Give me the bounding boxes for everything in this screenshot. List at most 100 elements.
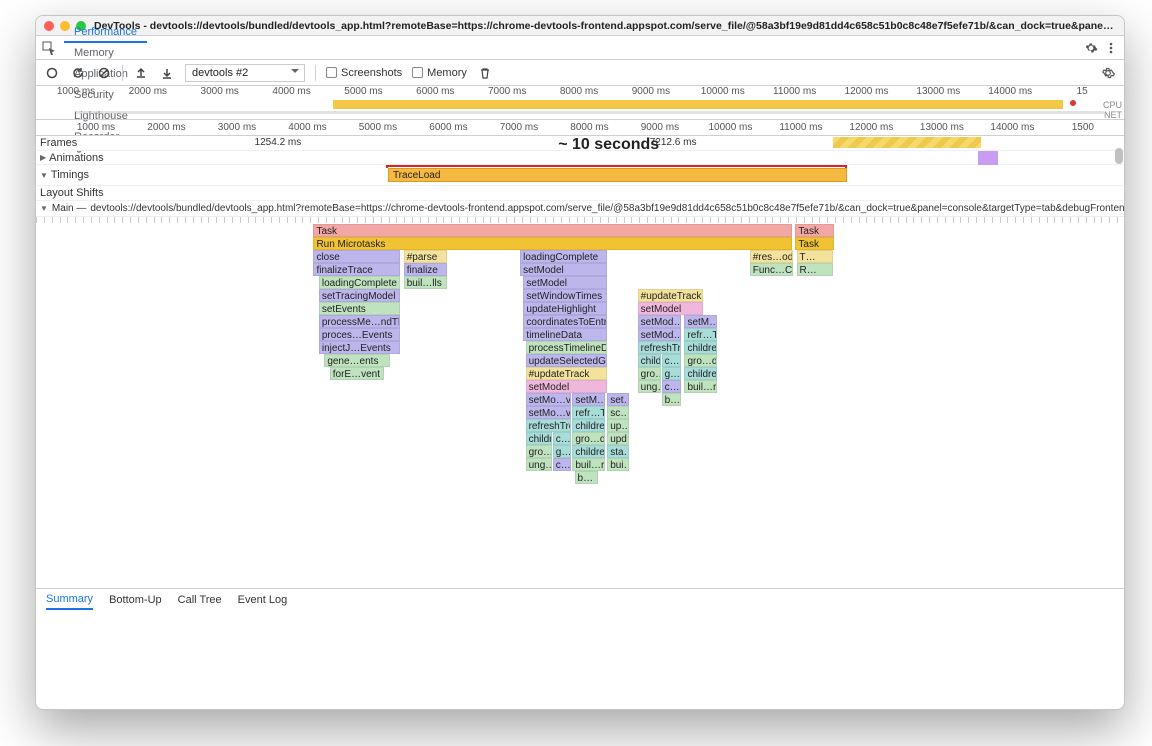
flame-span[interactable]: setM…nts [684,315,717,328]
frames-track[interactable]: Frames 1254.2 ms 7212.6 ms [36,136,1124,151]
flame-span[interactable]: children [572,445,605,458]
flame-span[interactable]: setWindowTimes [523,289,607,302]
flame-span[interactable]: setModel [523,276,607,289]
flame-span[interactable]: gro…es [526,445,552,458]
collapse-icon[interactable]: ▼ [40,204,48,213]
flame-span[interactable]: setM…nts [572,393,605,406]
capture-settings-icon[interactable] [1100,65,1116,81]
flame-span[interactable]: close [313,250,400,263]
tab-memory[interactable]: Memory [64,43,147,64]
layout-shifts-track[interactable]: Layout Shifts [36,186,1124,201]
scrollbar[interactable] [1114,88,1124,687]
flame-span[interactable]: setMo…vents [526,406,572,419]
flame-span[interactable]: processTimelineData [526,341,608,354]
reload-icon[interactable] [70,65,86,81]
flame-span[interactable]: setMo…vents [526,393,572,406]
flame-span[interactable]: children [684,341,717,354]
flame-chart[interactable]: TaskTaskRun MicrotasksTaskclose#parseloa… [36,217,1124,549]
settings-icon[interactable] [1082,39,1100,57]
flame-span[interactable]: refr…Tree [684,328,717,341]
close-window-icon[interactable] [44,21,54,31]
flame-span[interactable]: finalize [404,263,448,276]
flame-span[interactable]: #parse [404,250,448,263]
flame-span[interactable]: children [684,367,717,380]
flame-span[interactable]: refr…Tree [572,406,605,419]
flame-span[interactable]: upd…ts [607,432,629,445]
flame-span[interactable]: buil…lls [404,276,448,289]
collapse-icon[interactable]: ▼ [40,171,48,180]
record-icon[interactable] [44,65,60,81]
clear-icon[interactable] [96,65,112,81]
flame-span[interactable]: ung…es [638,380,661,393]
flame-span[interactable]: Task [795,224,833,237]
flame-span[interactable]: setModel [520,263,607,276]
flame-span[interactable]: c…n [662,380,682,393]
flame-span[interactable]: setModel [526,380,608,393]
flame-span[interactable]: buil…ren [572,458,605,471]
flame-span[interactable]: updateHighlight [523,302,607,315]
details-tab-event-log[interactable]: Event Log [238,591,288,609]
flame-span[interactable]: setTracingModel [319,289,401,302]
flame-span[interactable]: c…n [662,354,682,367]
flame-span[interactable]: children [572,419,605,432]
flame-span[interactable]: gro…des [684,354,717,367]
flame-span[interactable]: c… [553,432,571,445]
flame-span[interactable]: gro…des [572,432,605,445]
flame-span[interactable]: set…on [607,393,629,406]
inspect-element-icon[interactable] [40,39,58,57]
flame-span[interactable]: timelineData [523,328,607,341]
flame-span[interactable]: children [638,354,661,367]
timeline-ruler[interactable]: 1000 ms2000 ms3000 ms4000 ms5000 ms6000 … [36,120,1124,136]
flame-span[interactable]: b… [575,471,599,484]
flame-span[interactable]: processMe…ndThreads [319,315,401,328]
scroll-thumb[interactable] [1115,148,1123,164]
screenshots-checkbox[interactable]: Screenshots [326,67,402,79]
details-tab-call-tree[interactable]: Call Tree [178,591,222,609]
flame-span[interactable]: Run Microtasks [313,237,792,250]
flame-span[interactable]: forE…vent [330,367,384,380]
details-tab-summary[interactable]: Summary [46,590,93,610]
trash-icon[interactable] [477,65,493,81]
tab-performance[interactable]: Performance [64,22,147,43]
flame-span[interactable]: buil…ren [684,380,717,393]
flame-span[interactable]: coordinatesToEntryIndex [523,315,607,328]
traceload-span[interactable]: TraceLoad [388,168,847,182]
flame-span[interactable]: updateSelectedGroup [526,354,608,367]
flame-span[interactable]: loadingComplete [319,276,401,289]
flame-span[interactable]: children [526,432,552,445]
flame-span[interactable]: sta…ge [607,445,629,458]
expand-icon[interactable]: ▶ [40,153,46,162]
details-tab-bottom-up[interactable]: Bottom-Up [109,591,162,609]
flame-span[interactable]: Func…Call [750,263,794,276]
recording-selector[interactable]: devtools #2 [185,64,305,82]
flame-span[interactable]: finalizeTrace [313,263,400,276]
download-icon[interactable] [159,65,175,81]
flame-span[interactable]: b…n [662,393,682,406]
flame-span[interactable]: setMod…vents [638,315,682,328]
upload-icon[interactable] [133,65,149,81]
timeline-overview[interactable]: 1000 ms2000 ms3000 ms4000 ms5000 ms6000 … [36,86,1124,120]
flame-span[interactable]: T… [797,250,834,263]
flame-span[interactable]: setModel [638,302,703,315]
more-icon[interactable] [1102,39,1120,57]
flame-span[interactable]: gro…es [638,367,661,380]
flame-span[interactable]: #updateTrack [638,289,703,302]
flame-span[interactable]: #updateTrack [526,367,608,380]
flame-span[interactable]: ung…es [526,458,552,471]
flame-span[interactable]: g… [553,445,571,458]
flame-span[interactable]: injectJ…Events [319,341,401,354]
animations-track[interactable]: ▶Animations [36,151,1124,165]
memory-checkbox[interactable]: Memory [412,67,467,79]
flame-span[interactable]: g…s [662,367,682,380]
flame-span[interactable]: gene…ents [324,354,389,367]
flame-span[interactable]: c… [553,458,571,471]
flame-span[interactable]: #res…odes [750,250,794,263]
flame-span[interactable]: setEvents [319,302,401,315]
main-thread-header[interactable]: ▼ Main — devtools://devtools/bundled/dev… [36,201,1124,217]
flame-span[interactable]: refreshTree [526,419,572,432]
flame-span[interactable]: up…ow [607,419,629,432]
flame-span[interactable]: refreshTree [638,341,682,354]
flame-span[interactable]: R… [797,263,834,276]
flame-span[interactable]: proces…Events [319,328,401,341]
flame-span[interactable]: bui…ed [607,458,629,471]
